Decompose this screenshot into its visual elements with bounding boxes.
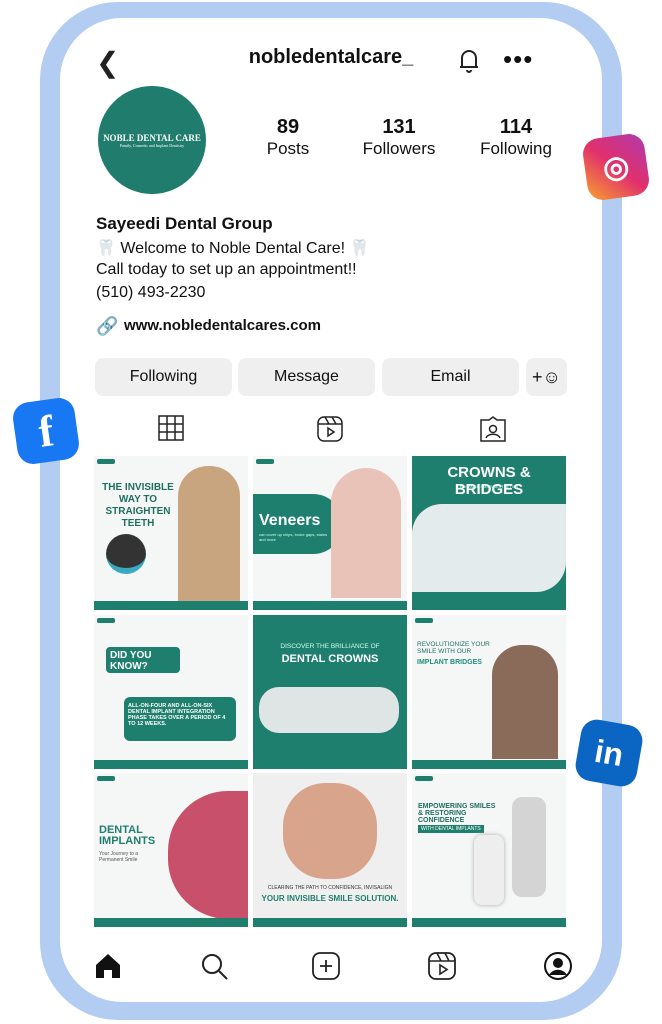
- tagged-icon[interactable]: [480, 416, 506, 442]
- following-button[interactable]: Following: [95, 358, 232, 396]
- bio-line: Call today to set up an appointment!!: [96, 261, 357, 278]
- post-tile[interactable]: THE INVISIBLE WAY TO STRAIGHTEN TEETH: [94, 456, 248, 610]
- reels-icon[interactable]: [317, 416, 343, 442]
- stat-label: Following: [480, 139, 552, 158]
- stat-value: 131: [382, 116, 416, 138]
- post-tile[interactable]: EMPOWERING SMILES & RESTORING CONFIDENCE…: [412, 773, 566, 927]
- post-title: EMPOWERING SMILES & RESTORING CONFIDENCE: [418, 803, 496, 824]
- facebook-icon[interactable]: f: [10, 395, 82, 467]
- post-tile[interactable]: DID YOU KNOW? ALL-ON-FOUR AND ALL-ON-SIX …: [94, 615, 248, 769]
- bio-line: 🦷 Welcome to Noble Dental Care! 🦷: [96, 240, 370, 257]
- linkedin-icon[interactable]: in: [573, 717, 645, 789]
- bell-icon[interactable]: [456, 46, 482, 74]
- post-title: Veneers: [259, 512, 321, 529]
- link-icon: 🔗: [96, 316, 119, 336]
- instagram-icon[interactable]: ◎: [580, 131, 652, 203]
- phone-screen: ❮ nobledentalcare_ ••• NOBLE DENTAL CARE…: [60, 18, 602, 1002]
- post-subtitle: Your Journey to a Permanent Smile: [99, 851, 139, 863]
- stat-following[interactable]: 114 Following: [471, 116, 561, 159]
- stat-followers[interactable]: 131 Followers: [354, 116, 444, 159]
- search-icon[interactable]: [200, 952, 230, 982]
- post-subtitle: DENTAL CROWNS: [281, 653, 379, 665]
- grid-icon[interactable]: [158, 415, 184, 441]
- post-subtitle: IMPLANT BRIDGES: [417, 659, 482, 666]
- email-button[interactable]: Email: [382, 358, 519, 396]
- stat-label: Followers: [362, 139, 436, 158]
- new-post-icon[interactable]: [312, 952, 340, 980]
- stat-value: 89: [276, 116, 300, 138]
- add-person-icon[interactable]: +☺: [526, 358, 567, 396]
- stat-posts[interactable]: 89 Posts: [243, 116, 333, 159]
- post-title: DISCOVER THE BRILLIANCE OF: [280, 643, 380, 650]
- message-button[interactable]: Message: [238, 358, 375, 396]
- bottom-nav: [60, 948, 602, 988]
- stat-value: 114: [499, 116, 533, 138]
- post-tile[interactable]: REVOLUTIONIZE YOUR SMILE WITH OUR IMPLANT…: [412, 615, 566, 769]
- profile-name: Sayeedi Dental Group: [96, 214, 273, 233]
- post-title: CROWNS & BRIDGES: [447, 464, 531, 498]
- reels-nav-icon[interactable]: [428, 952, 456, 980]
- post-subtitle: ENHANCE SMILE AESTHETICS: [459, 484, 519, 489]
- post-subtitle: WITH DENTAL IMPLANTS: [418, 825, 484, 833]
- post-subtitle: can cover up chips, broke gaps, stains a…: [259, 532, 328, 542]
- post-tile[interactable]: CLEARING THE PATH TO CONFIDENCE, INVISAL…: [253, 773, 407, 927]
- avatar[interactable]: NOBLE DENTAL CARE Family, Cosmetic and Im…: [98, 86, 206, 194]
- post-title: THE INVISIBLE WAY TO STRAIGHTEN TEETH: [102, 482, 174, 529]
- post-tile[interactable]: Veneers can cover up chips, broke gaps, s…: [253, 456, 407, 610]
- post-tile[interactable]: CROWNS & BRIDGES ENHANCE SMILE AESTHETICS: [412, 456, 566, 610]
- post-subtitle: ALL-ON-FOUR AND ALL-ON-SIX DENTAL IMPLAN…: [128, 703, 226, 727]
- logo-subtext: Family, Cosmetic and Implant Dentistry: [119, 142, 185, 148]
- post-title: REVOLUTIONIZE YOUR SMILE WITH OUR: [417, 641, 490, 655]
- profile-icon[interactable]: [543, 951, 573, 981]
- stat-label: Posts: [266, 139, 310, 158]
- post-tile[interactable]: DENTAL IMPLANTS Your Journey to a Permane…: [94, 773, 248, 927]
- website-link[interactable]: www.nobledentalcares.com: [124, 317, 321, 334]
- post-title: DID YOU KNOW?: [110, 650, 152, 672]
- post-title: DENTAL IMPLANTS: [99, 824, 156, 847]
- more-icon[interactable]: •••: [503, 44, 533, 75]
- post-subtitle: YOUR INVISIBLE SMILE SOLUTION.: [261, 894, 399, 903]
- bio-phone: (510) 493-2230: [96, 284, 206, 301]
- home-icon[interactable]: [94, 952, 122, 980]
- post-tile[interactable]: DISCOVER THE BRILLIANCE OF DENTAL CROWNS: [253, 615, 407, 769]
- post-title: CLEARING THE PATH TO CONFIDENCE, INVISAL…: [267, 885, 393, 891]
- logo-text: NOBLE DENTAL CARE: [103, 132, 201, 143]
